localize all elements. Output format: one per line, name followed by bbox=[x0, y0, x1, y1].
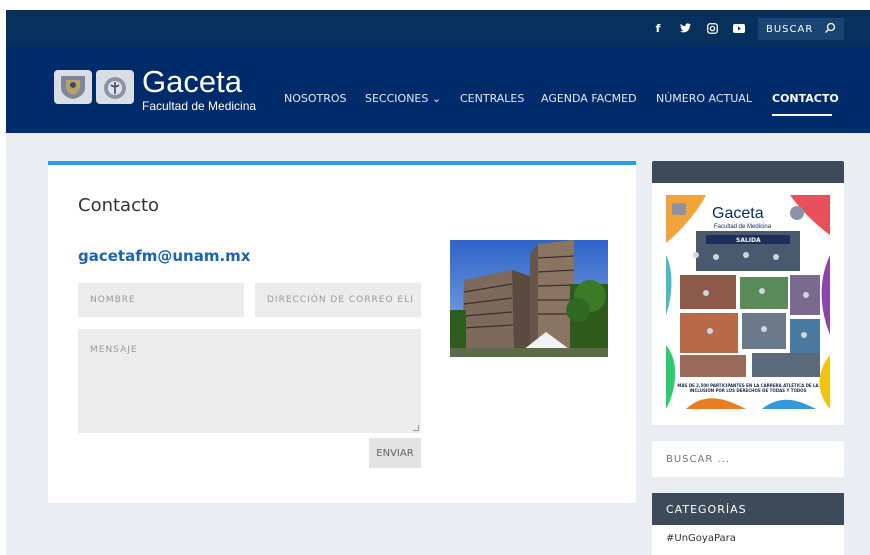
main-navbar: Gaceta Facultad de Medicina NOSOTROS SEC… bbox=[6, 46, 870, 133]
building-photo bbox=[450, 240, 608, 357]
sidebar-widget-header bbox=[652, 161, 844, 183]
cover-banner-text: SALIDA bbox=[736, 237, 761, 244]
search-icon bbox=[824, 22, 836, 37]
top-search[interactable]: BUSCAR bbox=[758, 18, 844, 40]
category-link[interactable]: #UnGoyaPara bbox=[666, 533, 736, 544]
issue-cover-image[interactable]: Gaceta Facultad de Medicina SALIDA MÁS D… bbox=[666, 195, 830, 409]
contact-card: Contacto gacetafm@unam.mx NOMBRE DIRECCI… bbox=[48, 161, 636, 503]
sidebar-search-input[interactable]: BUSCAR ... bbox=[652, 441, 844, 477]
nav-nosotros[interactable]: NOSOTROS bbox=[284, 92, 347, 105]
facebook-icon[interactable]: f bbox=[649, 19, 667, 37]
categories-header: CATEGORÍAS bbox=[652, 493, 844, 525]
twitter-icon[interactable] bbox=[676, 19, 694, 37]
categories-list: #UnGoyaPara bbox=[652, 525, 844, 555]
top-search-label: BUSCAR bbox=[766, 23, 814, 35]
youtube-icon[interactable] bbox=[730, 19, 748, 37]
cover-caption: MÁS DE 2,500 PARTICIPANTES EN LA CARRERA… bbox=[677, 383, 819, 393]
nav-numero-actual[interactable]: NÚMERO ACTUAL bbox=[656, 92, 752, 105]
nav-contacto[interactable]: CONTACTO bbox=[772, 92, 839, 105]
brand-title[interactable]: Gaceta bbox=[142, 66, 242, 98]
page-frame: f BUSCAR Gaceta Facultad de Medicina NOS… bbox=[6, 10, 870, 555]
brand-subtitle: Facultad de Medicina bbox=[142, 99, 257, 113]
nav-secciones[interactable]: SECCIONES ⌄ bbox=[365, 92, 441, 105]
message-textarea[interactable]: MENSAJE bbox=[78, 329, 421, 433]
contact-email-link[interactable]: gacetafm@unam.mx bbox=[78, 247, 251, 265]
message-placeholder: MENSAJE bbox=[90, 345, 138, 355]
resize-handle-icon[interactable] bbox=[413, 425, 419, 431]
cover-brand-title: Gaceta bbox=[712, 205, 764, 222]
top-bar: f BUSCAR bbox=[6, 10, 870, 46]
name-placeholder: NOMBRE bbox=[90, 295, 136, 305]
page-title: Contacto bbox=[78, 195, 160, 216]
instagram-icon[interactable] bbox=[703, 19, 721, 37]
nav-centrales[interactable]: CENTRALES bbox=[460, 92, 524, 105]
nav-active-indicator bbox=[772, 114, 832, 116]
sidebar-search-placeholder: BUSCAR ... bbox=[666, 453, 731, 465]
email-input[interactable]: DIRECCIÓN DE CORREO ELI bbox=[255, 283, 421, 317]
email-placeholder: DIRECCIÓN DE CORREO ELI bbox=[267, 295, 414, 305]
cover-brand-subtitle: Facultad de Medicina bbox=[714, 224, 772, 230]
current-issue-widget: Gaceta Facultad de Medicina SALIDA MÁS D… bbox=[652, 183, 844, 425]
facmed-seal-icon[interactable] bbox=[96, 70, 134, 104]
nav-agenda-facmed[interactable]: AGENDA FACMED bbox=[541, 92, 637, 105]
unam-shield-icon[interactable] bbox=[54, 70, 92, 104]
send-button[interactable]: ENVIAR bbox=[369, 438, 421, 468]
name-input[interactable]: NOMBRE bbox=[78, 283, 244, 317]
